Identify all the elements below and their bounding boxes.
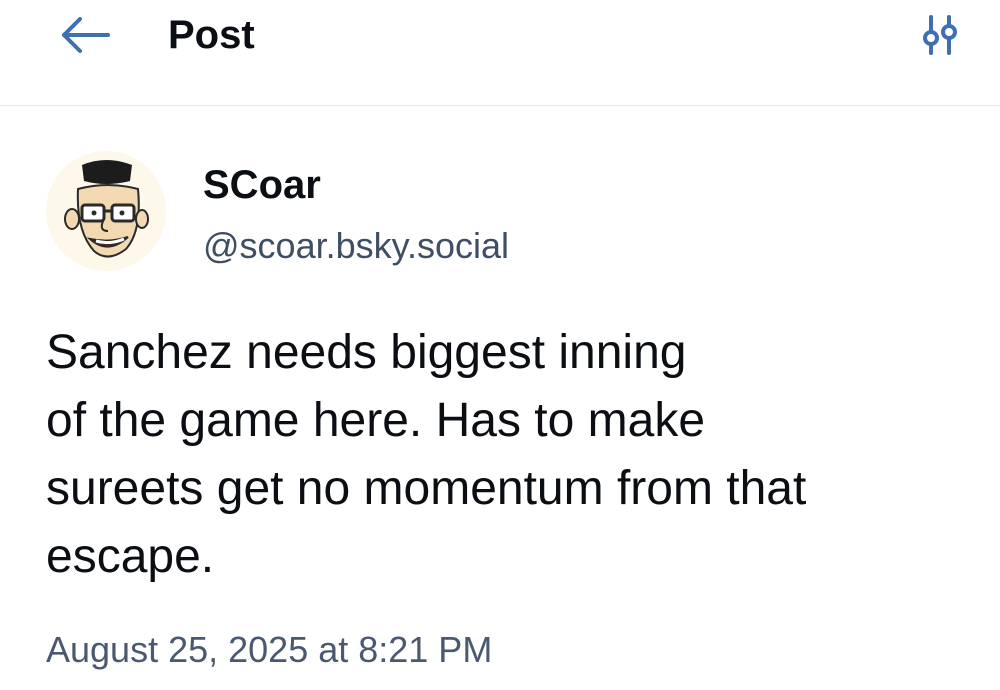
post-screen: Post SCoar @scoar.bsky.social Sanchez ne… xyxy=(0,0,1000,690)
author-handle[interactable]: @scoar.bsky.social xyxy=(203,225,509,267)
avatar[interactable] xyxy=(46,151,166,271)
page-title: Post xyxy=(168,12,255,57)
cartoon-avatar-image xyxy=(46,151,166,271)
back-button[interactable] xyxy=(52,8,118,62)
author-display-name[interactable]: SCoar xyxy=(203,163,321,208)
post-card: SCoar @scoar.bsky.social Sanchez needs b… xyxy=(0,107,1000,690)
post-timestamp: August 25, 2025 at 8:21 PM xyxy=(46,629,493,670)
post-text: Sanchez needs biggest inning of the game… xyxy=(46,326,807,583)
top-bar: Post xyxy=(0,0,1000,106)
arrow-left-icon xyxy=(62,17,110,53)
sliders-icon xyxy=(923,15,957,55)
filter-button[interactable] xyxy=(912,10,968,60)
